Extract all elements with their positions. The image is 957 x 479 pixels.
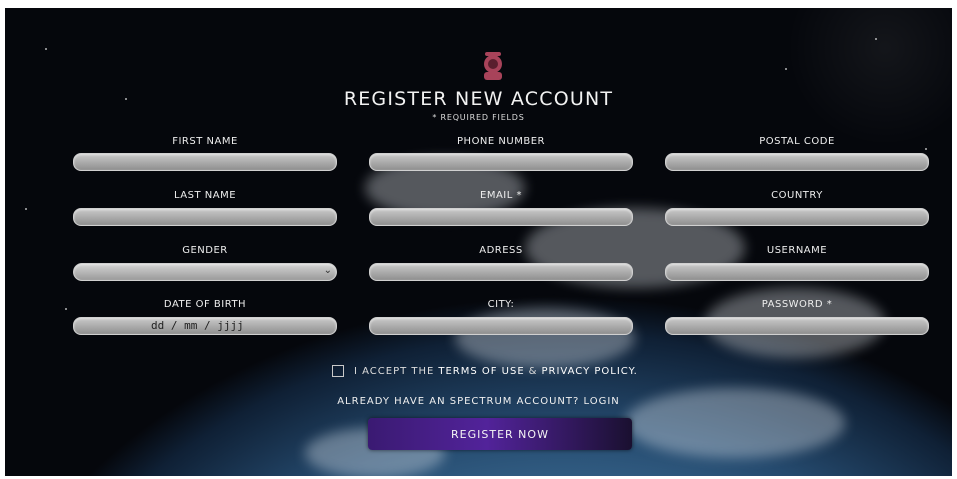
last-name-input[interactable] — [73, 208, 337, 226]
city-label: CITY: — [487, 299, 515, 310]
terms-ampersand: & — [528, 365, 538, 377]
star — [875, 38, 877, 40]
username-label: USERNAME — [766, 245, 828, 256]
register-now-button[interactable]: REGISTER NOW — [368, 418, 632, 450]
postal-code-label: POSTAL CODE — [759, 136, 835, 147]
postal-code-input[interactable] — [665, 153, 929, 171]
email-label: EMAIL * — [480, 190, 522, 201]
terms-prefix: I ACCEPT THE — [354, 365, 435, 377]
astronaut-icon — [484, 52, 502, 80]
required-fields-note: * REQUIRED FIELDS — [432, 113, 525, 122]
email-input[interactable] — [369, 208, 633, 226]
star — [785, 68, 787, 70]
registration-scene: REGISTER NEW ACCOUNT * REQUIRED FIELDS F… — [5, 8, 952, 476]
date-of-birth-input[interactable]: dd / mm / jjjj — [73, 317, 337, 335]
date-of-birth-label: DATE OF BIRTH — [163, 299, 247, 310]
chevron-down-icon: ⌄ — [323, 265, 332, 276]
date-placeholder: dd / mm / jjjj — [151, 319, 244, 332]
last-name-label: LAST NAME — [173, 190, 237, 201]
gender-label: GENDER — [182, 245, 228, 256]
first-name-input[interactable] — [73, 153, 337, 171]
page-title: REGISTER NEW ACCOUNT — [343, 88, 614, 110]
country-label: COUNTRY — [771, 190, 823, 201]
password-input[interactable] — [665, 317, 929, 335]
privacy-policy-link[interactable]: PRIVACY POLICY. — [541, 366, 637, 377]
phone-number-label: PHONE NUMBER — [457, 136, 545, 147]
terms-row: I ACCEPT THE TERMS OF USE & PRIVACY POLI… — [332, 365, 642, 377]
phone-number-input[interactable] — [369, 153, 633, 171]
terms-checkbox[interactable] — [332, 365, 344, 377]
country-input[interactable] — [665, 208, 929, 226]
address-label: ADRESS — [479, 245, 523, 256]
star — [25, 208, 27, 210]
password-label: PASSWORD * — [761, 299, 833, 310]
top-cropped-caption — [0, 0, 957, 8]
star — [925, 148, 927, 150]
username-input[interactable] — [665, 263, 929, 281]
login-link[interactable]: ALREADY HAVE AN SPECTRUM ACCOUNT? LOGIN — [5, 396, 952, 407]
first-name-label: FIRST NAME — [172, 136, 238, 147]
address-input[interactable] — [369, 263, 633, 281]
star — [45, 48, 47, 50]
star — [65, 308, 67, 310]
city-input[interactable] — [369, 317, 633, 335]
gender-select[interactable]: ⌄ — [73, 263, 337, 281]
terms-of-use-link[interactable]: TERMS OF USE — [438, 366, 524, 377]
